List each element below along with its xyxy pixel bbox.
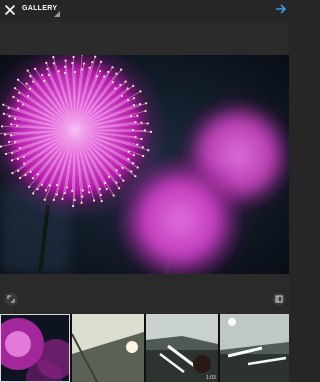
caret-icon[interactable] [54,11,60,17]
header-strip [0,22,289,55]
controls-bar [0,274,289,314]
thumbnail-caption: 1:03 [206,375,216,381]
photo-preview[interactable] [0,55,289,274]
thumbnail-ceiling-light[interactable] [72,314,144,382]
gallery-title[interactable]: GALLERY [22,5,57,12]
arrow-right-icon[interactable] [275,3,287,15]
thumbnail-strip: 1:03 [0,314,289,382]
thumbnail-corridor-lights[interactable]: 1:03 [146,314,218,382]
preview-image [0,55,289,274]
close-icon[interactable] [2,2,18,18]
thumbnail-corridor-lights-2[interactable] [220,314,289,382]
thumbnail-pink-flower[interactable] [0,314,70,382]
top-bar: GALLERY [0,0,289,22]
aspect-toggle-icon[interactable] [4,292,18,306]
multi-select-icon[interactable] [272,292,286,306]
